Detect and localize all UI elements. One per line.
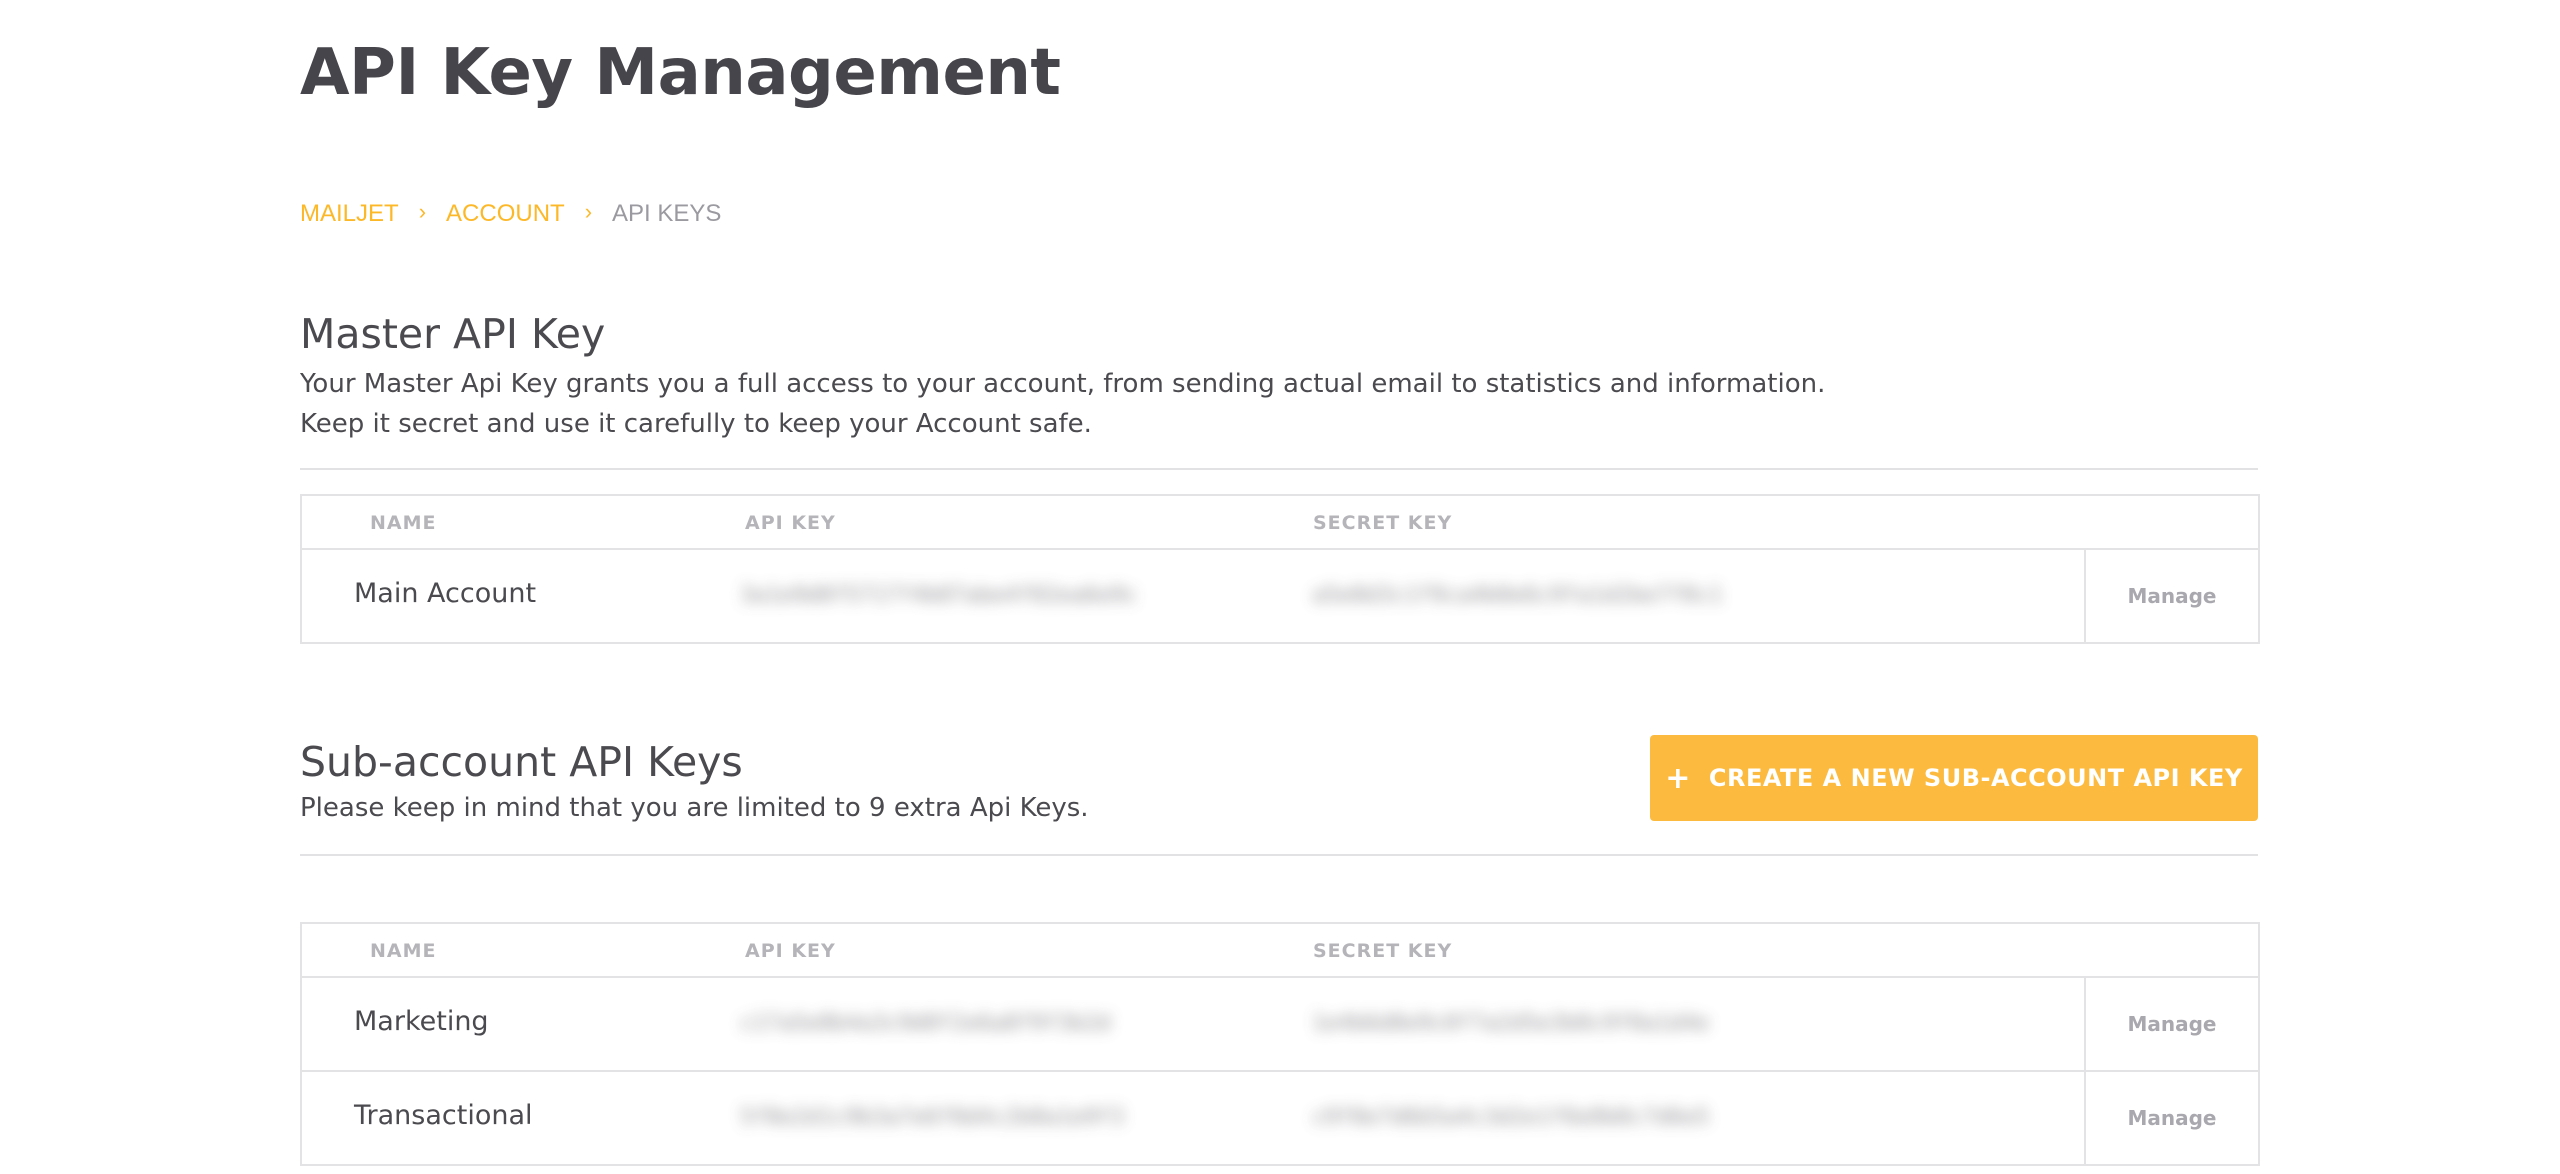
column-header-secret-key: SECRET KEY — [1313, 512, 1453, 534]
master-keys-table: NAME API KEY SECRET KEY Main Account 3a1… — [300, 494, 2260, 644]
manage-cell: Manage — [2084, 978, 2258, 1070]
column-header-api-key: API KEY — [745, 512, 836, 534]
key-name: Marketing — [354, 1006, 489, 1037]
secret-key-value-blurred: 1e4b6d8e9c0f7a2d5e3b8c9f0a1d4e — [1312, 1011, 1710, 1036]
api-key-value-blurred: 5f8e2d1c9b3a7e6f0d4c2b8a1e9f3 — [740, 1105, 1125, 1130]
api-key-management-page: API Key Management MAILJET › ACCOUNT › A… — [0, 0, 2560, 1174]
manage-button[interactable]: Manage — [2127, 584, 2216, 608]
table-header: NAME API KEY SECRET KEY — [302, 924, 2258, 978]
column-header-name: NAME — [370, 512, 437, 534]
subaccount-section-title: Sub-account API Keys — [300, 738, 743, 786]
manage-cell: Manage — [2084, 1072, 2258, 1164]
master-section-description: Your Master Api Key grants you a full ac… — [300, 364, 1825, 444]
secret-key-value-blurred: c9f8e7d6b5a4c3d2e1f0a9b8c7d6e5 — [1312, 1105, 1710, 1130]
table-row: Main Account 3a1e9d8f5717f4b07abe4f02ea6… — [302, 550, 2258, 642]
chevron-right-icon: › — [418, 199, 427, 224]
plus-icon: + — [1665, 760, 1691, 796]
subaccount-divider — [300, 854, 2258, 856]
column-header-api-key: API KEY — [745, 940, 836, 962]
subaccount-description-line: Please keep in mind that you are limited… — [300, 793, 1089, 823]
table-row: Marketing c17a5e8b4a3c9d0f2e6a8f9f3b2d 1… — [302, 978, 2258, 1072]
column-header-name: NAME — [370, 940, 437, 962]
breadcrumb-api-keys: API KEYS — [612, 200, 722, 227]
master-section-title: Master API Key — [300, 310, 606, 358]
api-key-value-blurred: c17a5e8b4a3c9d0f2e6a8f9f3b2d — [740, 1011, 1111, 1036]
key-name: Transactional — [354, 1100, 533, 1131]
create-button-label: CREATE A NEW SUB-ACCOUNT API KEY — [1708, 764, 2243, 792]
manage-button[interactable]: Manage — [2127, 1012, 2216, 1036]
breadcrumb-mailjet[interactable]: MAILJET — [300, 200, 399, 228]
chevron-right-icon: › — [584, 199, 593, 224]
manage-button[interactable]: Manage — [2127, 1106, 2216, 1130]
secret-key-value-blurred: a5e8d3c1f9ca4b0e6c9fa1d2be7f8c1 — [1312, 583, 1723, 608]
subaccount-section-description: Please keep in mind that you are limited… — [300, 788, 1089, 828]
column-header-secret-key: SECRET KEY — [1313, 940, 1453, 962]
table-header: NAME API KEY SECRET KEY — [302, 496, 2258, 550]
subaccount-keys-table: NAME API KEY SECRET KEY Marketing c17a5e… — [300, 922, 2260, 1166]
master-divider — [300, 468, 2258, 470]
page-title: API Key Management — [300, 36, 1061, 110]
table-row: Transactional 5f8e2d1c9b3a7e6f0d4c2b8a1e… — [302, 1072, 2258, 1164]
breadcrumb-account[interactable]: ACCOUNT — [446, 200, 565, 228]
master-description-line: Your Master Api Key grants you a full ac… — [300, 369, 1826, 399]
create-subaccount-api-key-button[interactable]: + CREATE A NEW SUB-ACCOUNT API KEY — [1650, 735, 2258, 821]
key-name: Main Account — [354, 578, 537, 609]
manage-cell: Manage — [2084, 550, 2258, 642]
breadcrumb: MAILJET › ACCOUNT › API KEYS — [300, 199, 722, 228]
api-key-value-blurred: 3a1e9d8f5717f4b07abe4f02ea6e9c — [740, 583, 1138, 608]
master-description-line: Keep it secret and use it carefully to k… — [300, 409, 1092, 439]
